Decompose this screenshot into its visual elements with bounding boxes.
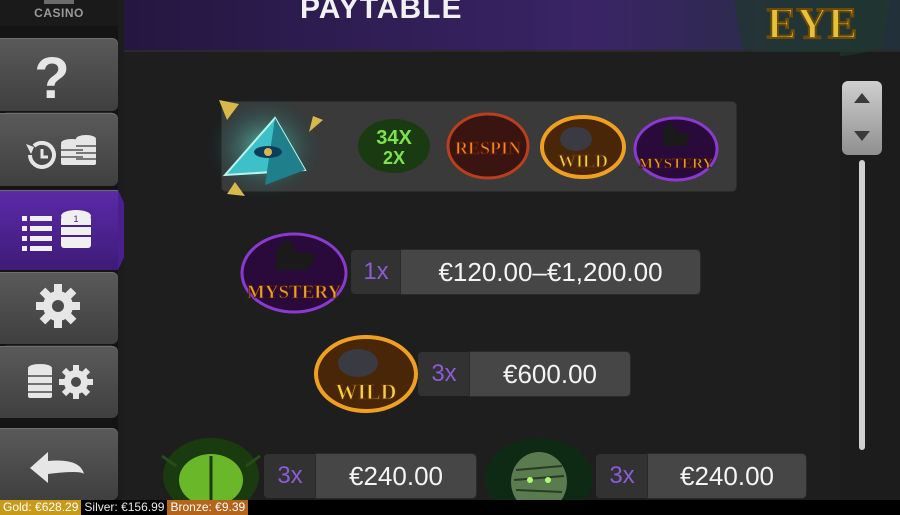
scarab-symbol xyxy=(161,438,261,500)
balance-status-bar: Gold: €628.29 Silver: €156.99 Bronze: €9.3… xyxy=(0,500,900,515)
back-button[interactable] xyxy=(0,428,118,500)
mummy-symbol xyxy=(485,438,593,500)
paytable-list-coins-icon: 1 xyxy=(22,210,91,251)
scroll-up-icon[interactable] xyxy=(854,93,870,103)
svg-text:?: ? xyxy=(34,46,69,111)
svg-text:WILD: WILD xyxy=(558,151,608,171)
svg-text:1: 1 xyxy=(73,214,78,224)
svg-text:2X: 2X xyxy=(383,148,405,168)
svg-text:WILD: WILD xyxy=(335,379,396,404)
settings-button[interactable] xyxy=(0,272,118,344)
logo-mark xyxy=(44,0,74,4)
row-multiplier: 3x xyxy=(418,352,470,396)
pyramid-eye-scatter-icon xyxy=(207,96,323,200)
history-coins-icon xyxy=(26,135,96,169)
game-logo-text: EYE xyxy=(767,0,857,48)
multiplier-symbol: 34X 2X xyxy=(358,119,430,173)
casino-logo-label: CASINO xyxy=(34,6,84,20)
row-payout: €600.00 xyxy=(470,352,630,396)
help-button[interactable]: ? xyxy=(0,38,118,111)
coins-gear-icon xyxy=(28,364,93,399)
mystery-paytable-symbol: MYSTERY xyxy=(240,232,348,314)
gear-icon xyxy=(36,284,80,328)
silver-balance: Silver: €156.99 xyxy=(81,500,168,515)
svg-text:34X: 34X xyxy=(376,127,412,149)
mystery-symbol: MYSTERY xyxy=(633,116,719,182)
svg-text:RESPIN: RESPIN xyxy=(455,138,521,158)
row-multiplier: 3x xyxy=(596,454,648,498)
gold-balance: Gold: €628.29 xyxy=(0,500,82,515)
bronze-balance: Bronze: €9.39 xyxy=(167,500,249,515)
header: PAYTABLE EYE xyxy=(124,0,900,58)
back-arrow-icon xyxy=(30,452,84,483)
bet-settings-button[interactable] xyxy=(0,346,118,418)
casino-logo: CASINO xyxy=(0,0,118,26)
scroll-down-icon[interactable] xyxy=(854,131,870,141)
respin-symbol: RESPIN xyxy=(446,112,530,180)
scrollbar-track[interactable] xyxy=(859,160,865,450)
game-logo: EYE xyxy=(734,0,890,58)
row-payout: €240.00 xyxy=(648,454,806,498)
row-multiplier: 1x xyxy=(351,250,401,294)
wild-symbol: WILD xyxy=(540,115,626,179)
history-button[interactable] xyxy=(0,113,118,186)
svg-text:MYSTERY: MYSTERY xyxy=(247,282,342,303)
question-mark-icon: ? xyxy=(34,46,69,111)
row-payout: €120.00–€1,200.00 xyxy=(401,250,700,294)
page-title: PAYTABLE xyxy=(300,0,463,25)
scroll-buttons xyxy=(842,81,882,155)
row-payout: €240.00 xyxy=(316,454,476,498)
wild-paytable-symbol: WILD xyxy=(314,335,418,413)
sidebar: CASINO ? 1 xyxy=(0,0,137,500)
row-multiplier: 3x xyxy=(264,454,316,498)
svg-text:MYSTERY: MYSTERY xyxy=(639,156,714,172)
paytable-button[interactable]: 1 xyxy=(0,190,137,270)
